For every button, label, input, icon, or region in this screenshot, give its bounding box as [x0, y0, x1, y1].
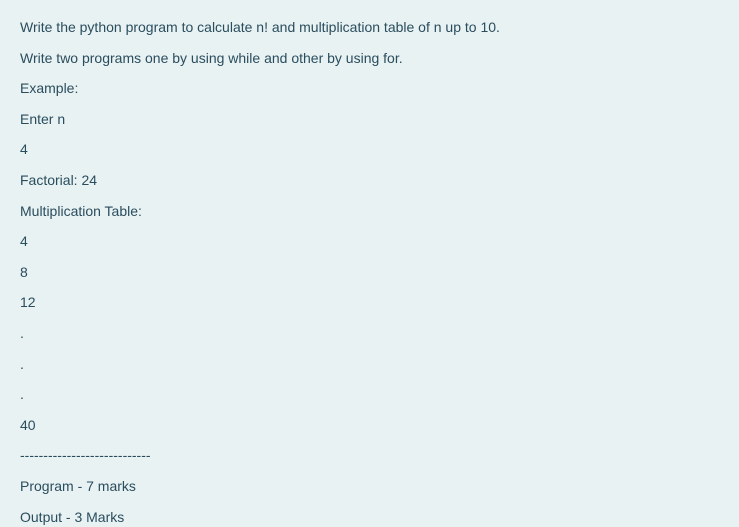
- instruction-line-2: Write two programs one by using while an…: [20, 49, 719, 69]
- factorial-output: Factorial: 24: [20, 171, 719, 191]
- table-row: 4: [20, 232, 719, 252]
- table-row: 40: [20, 416, 719, 436]
- ellipsis-dot: .: [20, 385, 719, 405]
- table-row: 12: [20, 293, 719, 313]
- table-row: 8: [20, 263, 719, 283]
- prompt-text: Enter n: [20, 110, 719, 130]
- divider-dashes: ----------------------------: [20, 446, 719, 466]
- input-value: 4: [20, 140, 719, 160]
- ellipsis-dot: .: [20, 324, 719, 344]
- instruction-line-1: Write the python program to calculate n!…: [20, 18, 719, 38]
- multiplication-table-label: Multiplication Table:: [20, 202, 719, 222]
- marks-program: Program - 7 marks: [20, 477, 719, 497]
- ellipsis-dot: .: [20, 355, 719, 375]
- example-label: Example:: [20, 79, 719, 99]
- marks-output: Output - 3 Marks: [20, 508, 719, 527]
